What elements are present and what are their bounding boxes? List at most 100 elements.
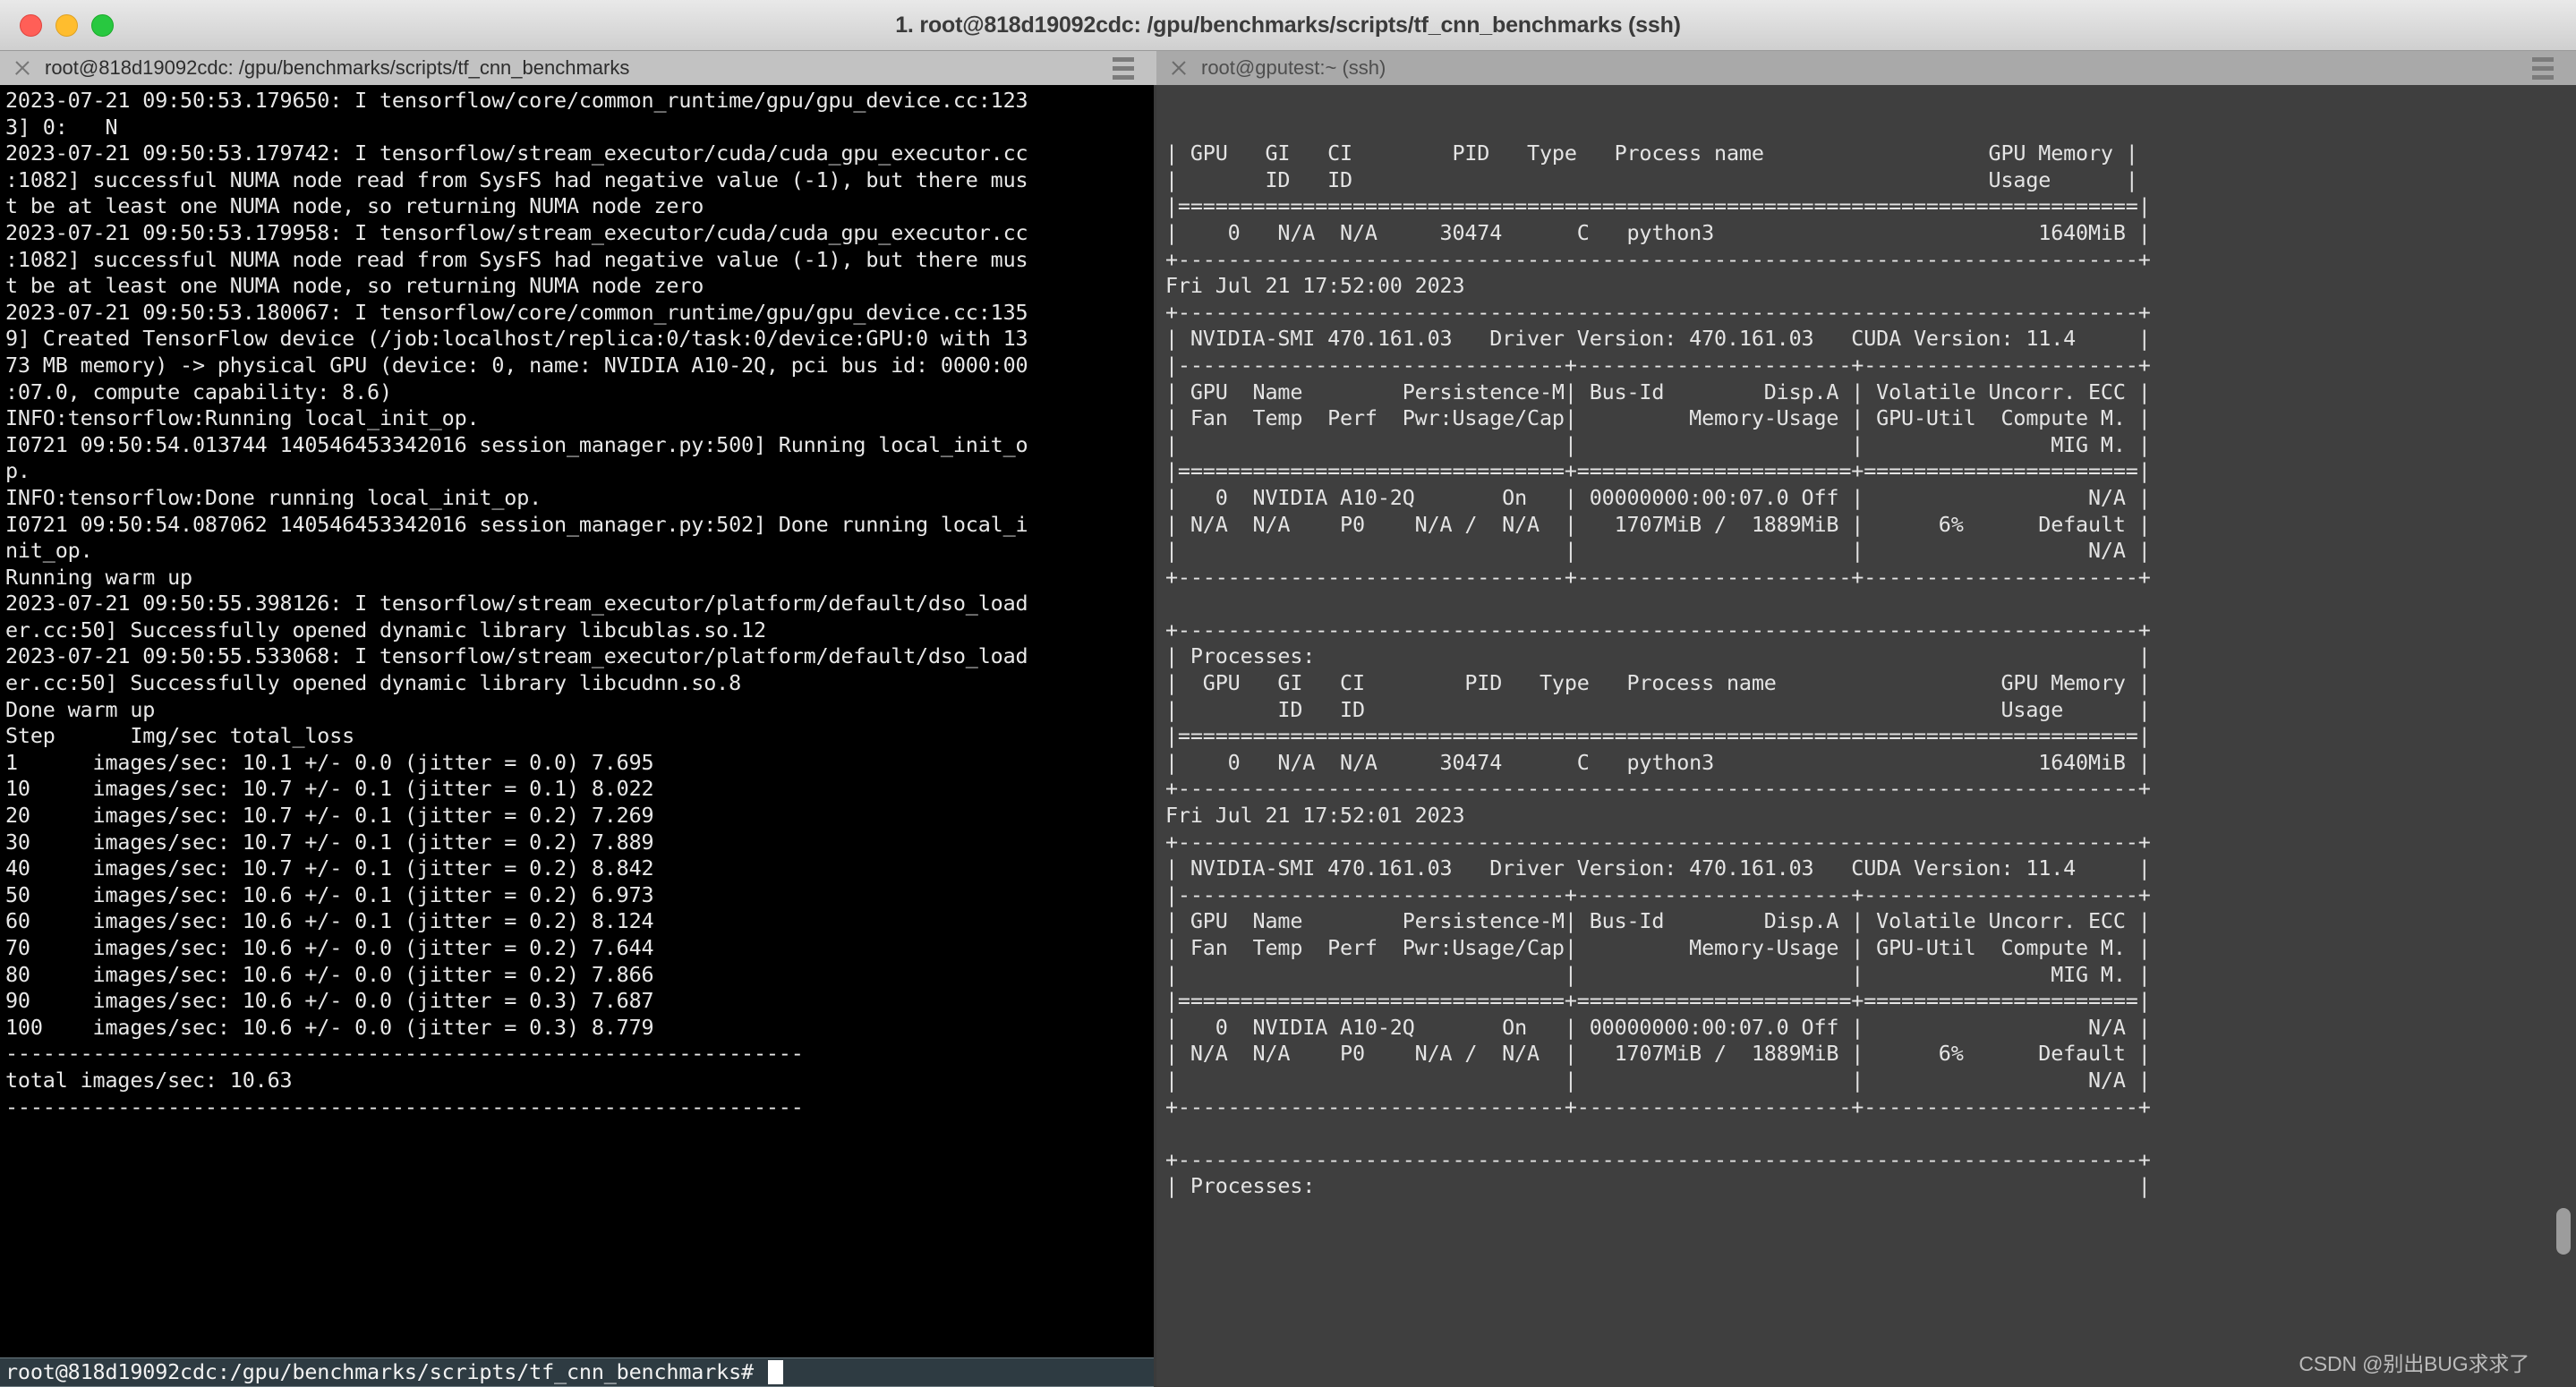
terminal-line: 100 images/sec: 10.6 +/- 0.0 (jitter = 0…	[5, 1014, 654, 1040]
terminal-line: 10 images/sec: 10.7 +/- 0.1 (jitter = 0.…	[5, 776, 654, 802]
terminal-line: | GPU GI CI PID Type Process name GPU Me…	[1165, 670, 2151, 696]
terminal-line: | N/A N/A P0 N/A / N/A | 1707MiB / 1889M…	[1165, 1041, 2151, 1067]
left-terminal-pane[interactable]: 2023-07-21 09:50:53.179650: I tensorflow…	[0, 85, 1156, 1387]
terminal-line: 30 images/sec: 10.7 +/- 0.1 (jitter = 0.…	[5, 829, 654, 855]
terminal-line: 20 images/sec: 10.7 +/- 0.1 (jitter = 0.…	[5, 803, 654, 829]
right-pane-scrollbar[interactable]	[2556, 1208, 2571, 1255]
terminal-line: +---------------------------------------…	[1165, 829, 2151, 855]
terminal-line: 9] Created TensorFlow device (/job:local…	[5, 326, 1028, 352]
window-titlebar: 1. root@818d19092cdc: /gpu/benchmarks/sc…	[0, 0, 2576, 51]
terminal-line: :1082] successful NUMA node read from Sy…	[5, 166, 1028, 192]
terminal-line: Step Img/sec total_loss	[5, 723, 355, 749]
tab-label: root@818d19092cdc: /gpu/benchmarks/scrip…	[45, 56, 630, 79]
terminal-line: +---------------------------------------…	[1165, 617, 2151, 642]
terminal-line: +---------------------------------------…	[1165, 1146, 2151, 1172]
terminal-line: +-------------------------------+-------…	[1165, 564, 2151, 590]
terminal-line: 70 images/sec: 10.6 +/- 0.0 (jitter = 0.…	[5, 935, 654, 960]
terminal-line: |===============================+=======…	[1165, 988, 2151, 1014]
terminal-line: +---------------------------------------…	[1165, 299, 2151, 325]
terminal-line: er.cc:50] Successfully opened dynamic li…	[5, 617, 766, 642]
csdn-watermark: CSDN @别出BUG求求了	[2299, 1352, 2529, 1376]
terminal-panes: 2023-07-21 09:50:53.179650: I tensorflow…	[0, 85, 2576, 1387]
terminal-line: 40 images/sec: 10.7 +/- 0.1 (jitter = 0.…	[5, 855, 654, 881]
block-cursor	[767, 1360, 783, 1384]
hamburger-icon[interactable]	[2522, 51, 2563, 85]
terminal-line: 2023-07-21 09:50:53.180067: I tensorflow…	[5, 299, 1028, 325]
terminal-line: | ID ID Usage |	[1165, 166, 2138, 192]
right-terminal-pane[interactable]: | GPU GI CI PID Type Process name GPU Me…	[1156, 85, 2576, 1387]
terminal-line: | | | N/A |	[1165, 538, 2151, 564]
terminal-line: INFO:tensorflow:Done running local_init_…	[5, 484, 542, 510]
terminal-line: 50 images/sec: 10.6 +/- 0.1 (jitter = 0.…	[5, 881, 654, 907]
terminal-line: | 0 N/A N/A 30474 C python3 1640MiB |	[1165, 219, 2151, 245]
terminal-line: Fri Jul 21 17:52:01 2023	[1165, 803, 1465, 829]
terminal-line: t be at least one NUMA node, so returnin…	[5, 193, 704, 219]
right-pane-scrollback: | GPU GI CI PID Type Process name GPU Me…	[1165, 140, 2576, 1387]
terminal-line: | Processes: |	[1165, 1173, 2151, 1199]
terminal-line: +---------------------------------------…	[1165, 246, 2151, 272]
terminal-line: 2023-07-21 09:50:53.179958: I tensorflow…	[5, 219, 1028, 245]
terminal-line: :07.0, compute capability: 8.6)	[5, 379, 392, 404]
terminal-line: 2023-07-21 09:50:53.179742: I tensorflow…	[5, 140, 1028, 166]
terminal-line: 2023-07-21 09:50:55.533068: I tensorflow…	[5, 643, 1028, 669]
terminal-line: 80 images/sec: 10.6 +/- 0.0 (jitter = 0.…	[5, 961, 654, 987]
terminal-line: ----------------------------------------…	[5, 1093, 804, 1119]
terminal-line: 3] 0: N	[5, 114, 118, 140]
tab-label: root@gputest:~ (ssh)	[1201, 56, 1386, 79]
terminal-line: | | | MIG M. |	[1165, 961, 2151, 987]
terminal-line: ----------------------------------------…	[5, 1041, 804, 1067]
tab-gputest-ssh[interactable]: root@gputest:~ (ssh)	[1156, 51, 2576, 85]
left-pane-scrollback: 2023-07-21 09:50:53.179650: I tensorflow…	[5, 88, 1154, 1357]
terminal-line: | NVIDIA-SMI 470.161.03 Driver Version: …	[1165, 855, 2151, 881]
terminal-window: 1. root@818d19092cdc: /gpu/benchmarks/sc…	[0, 0, 2576, 1387]
terminal-line: |-------------------------------+-------…	[1165, 881, 2151, 907]
tab-local-benchmarks[interactable]: root@818d19092cdc: /gpu/benchmarks/scrip…	[0, 51, 1156, 85]
terminal-line: t be at least one NUMA node, so returnin…	[5, 273, 704, 299]
terminal-line: | 0 N/A N/A 30474 C python3 1640MiB |	[1165, 749, 2151, 775]
terminal-line: 90 images/sec: 10.6 +/- 0.0 (jitter = 0.…	[5, 988, 654, 1014]
terminal-line: |=======================================…	[1165, 723, 2151, 749]
terminal-line: 73 MB memory) -> physical GPU (device: 0…	[5, 352, 1028, 378]
terminal-line: |-------------------------------+-------…	[1165, 352, 2151, 378]
terminal-line: | ID ID Usage |	[1165, 696, 2151, 722]
terminal-line: | | | MIG M. |	[1165, 431, 2151, 457]
close-icon[interactable]	[1169, 58, 1189, 78]
terminal-line: | 0 NVIDIA A10-2Q On | 00000000:00:07.0 …	[1165, 484, 2151, 510]
terminal-line: :1082] successful NUMA node read from Sy…	[5, 246, 1028, 272]
terminal-line: | 0 NVIDIA A10-2Q On | 00000000:00:07.0 …	[1165, 1014, 2151, 1040]
terminal-line: INFO:tensorflow:Running local_init_op.	[5, 405, 480, 431]
terminal-line: | GPU GI CI PID Type Process name GPU Me…	[1165, 140, 2138, 166]
terminal-line: 2023-07-21 09:50:55.398126: I tensorflow…	[5, 591, 1028, 617]
terminal-line: 1 images/sec: 10.1 +/- 0.0 (jitter = 0.0…	[5, 749, 654, 775]
terminal-line: | N/A N/A P0 N/A / N/A | 1707MiB / 1889M…	[1165, 511, 2151, 537]
tab-strip: root@818d19092cdc: /gpu/benchmarks/scrip…	[0, 51, 2576, 85]
terminal-line: | GPU Name Persistence-M| Bus-Id Disp.A …	[1165, 379, 2151, 404]
terminal-line: I0721 09:50:54.087062 140546453342016 se…	[5, 511, 1028, 537]
terminal-line: +-------------------------------+-------…	[1165, 1093, 2151, 1119]
terminal-line: Done warm up	[5, 696, 156, 722]
close-icon[interactable]	[13, 58, 32, 78]
prompt-text: root@818d19092cdc:/gpu/benchmarks/script…	[5, 1359, 754, 1384]
terminal-line: +---------------------------------------…	[1165, 776, 2151, 802]
terminal-line: | Fan Temp Perf Pwr:Usage/Cap| Memory-Us…	[1165, 935, 2151, 960]
terminal-line: | GPU Name Persistence-M| Bus-Id Disp.A …	[1165, 908, 2151, 934]
terminal-line: Fri Jul 21 17:52:00 2023	[1165, 273, 1465, 299]
window-title: 1. root@818d19092cdc: /gpu/benchmarks/sc…	[895, 12, 1681, 38]
terminal-line: 2023-07-21 09:50:53.179650: I tensorflow…	[5, 88, 1028, 113]
shell-prompt-line[interactable]: root@818d19092cdc:/gpu/benchmarks/script…	[0, 1357, 1154, 1387]
hamburger-icon[interactable]	[1103, 51, 1144, 85]
terminal-line: | Processes: |	[1165, 643, 2151, 669]
terminal-line: p.	[5, 458, 30, 484]
terminal-line: |===============================+=======…	[1165, 458, 2151, 484]
terminal-line: er.cc:50] Successfully opened dynamic li…	[5, 670, 742, 696]
terminal-line: | NVIDIA-SMI 470.161.03 Driver Version: …	[1165, 326, 2151, 352]
terminal-line: | | | N/A |	[1165, 1067, 2151, 1093]
terminal-line: | Fan Temp Perf Pwr:Usage/Cap| Memory-Us…	[1165, 405, 2151, 431]
terminal-line: Running warm up	[5, 564, 192, 590]
terminal-line: nit_op.	[5, 538, 93, 564]
terminal-line: total images/sec: 10.63	[5, 1067, 293, 1093]
terminal-line: |=======================================…	[1165, 193, 2151, 219]
terminal-line: I0721 09:50:54.013744 140546453342016 se…	[5, 431, 1028, 457]
